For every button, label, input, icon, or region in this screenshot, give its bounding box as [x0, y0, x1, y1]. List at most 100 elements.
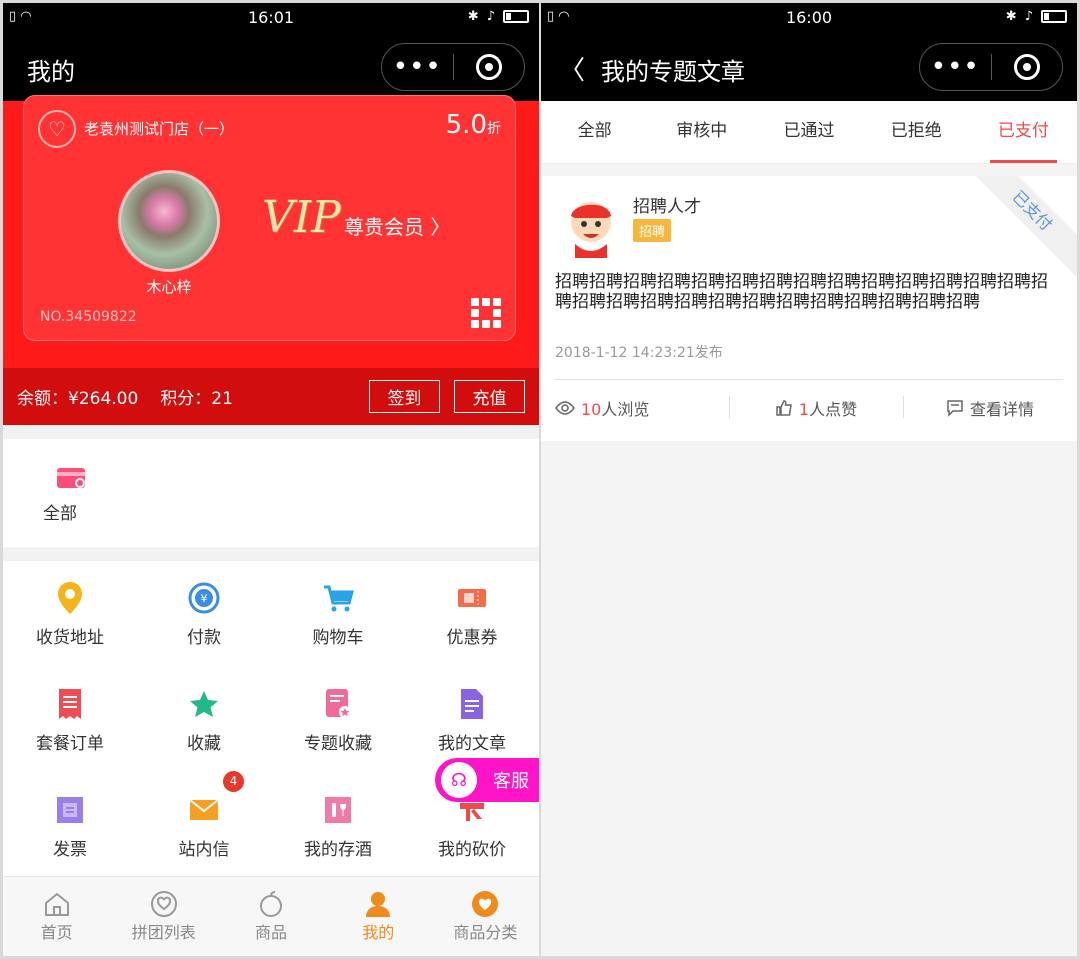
- grid-item-invoice[interactable]: 发票: [3, 773, 137, 879]
- tab-all[interactable]: 全部: [541, 101, 648, 163]
- tab-approved[interactable]: 已通过: [755, 101, 862, 163]
- article-icon: [455, 687, 489, 721]
- article-stats: 10人浏览 1人点赞 查看详情: [541, 396, 1077, 420]
- page-title: 我的: [27, 58, 75, 86]
- grid-item-payment[interactable]: ¥ 付款: [137, 561, 271, 667]
- back-icon[interactable]: 〈: [559, 50, 585, 87]
- grid-label: 我的文章: [438, 734, 506, 754]
- vip-section: ♡ 老袁州测试门店（一） 5.0折 木心梓 VIP 尊贵会员 〉 NO.3450…: [3, 95, 539, 368]
- grid-label: 购物车: [312, 628, 364, 648]
- mute-icon: ♪: [486, 9, 495, 24]
- thumbs-up-icon: [776, 400, 792, 416]
- category-icon: [471, 889, 499, 919]
- paid-ribbon: 已支付: [961, 176, 1077, 282]
- category-tag: 招聘: [633, 219, 672, 242]
- username: 木心梓: [146, 278, 192, 296]
- status-bar: ▯ ◠ 16:00 ✱ ♪: [541, 3, 1077, 32]
- tab-group-list[interactable]: 拼团列表: [110, 877, 217, 956]
- home-icon: [43, 889, 71, 919]
- grid-item-topic-favorites[interactable]: 专题收藏: [271, 667, 405, 773]
- my-page-screen: ▯ ◠ 16:01 ✱ ♪ 我的 ••• ♡ 老袁州测试门店（一） 5.0折 木…: [3, 3, 539, 956]
- vip-card[interactable]: ♡ 老袁州测试门店（一） 5.0折 木心梓 VIP 尊贵会员 〉 NO.3450…: [23, 95, 516, 341]
- mini-program-capsule: •••: [919, 43, 1063, 91]
- grid-item-package-order[interactable]: 套餐订单: [3, 667, 137, 773]
- grid-label: 站内信: [178, 840, 230, 860]
- status-time: 16:01: [247, 8, 295, 27]
- grid-item-inbox[interactable]: 站内信: [137, 773, 271, 879]
- grid-item-coupon[interactable]: 优惠券: [405, 561, 539, 667]
- location-icon: [53, 581, 87, 615]
- tab-rejected[interactable]: 已拒绝: [863, 101, 970, 163]
- article-body: 招聘招聘招聘招聘招聘招聘招聘招聘招聘招聘招聘招聘招聘招聘招聘招聘招聘招聘招聘招聘…: [555, 272, 1048, 312]
- all-orders[interactable]: 全部: [3, 439, 539, 547]
- wallet-icon: [57, 468, 85, 488]
- coupon-icon: [455, 581, 489, 615]
- customer-service-button[interactable]: ☊ 客服: [435, 758, 539, 802]
- balance-bar: 余额：¥264.00 积分：21 签到 充值: [3, 368, 539, 425]
- close-mini-program-button[interactable]: [992, 54, 1063, 80]
- views-label: 人浏览: [601, 400, 650, 419]
- close-mini-program-button[interactable]: [454, 54, 525, 80]
- order-icon: [53, 687, 87, 721]
- vip-label: VIP: [262, 192, 341, 243]
- bluetooth-icon: ✱: [467, 9, 479, 24]
- publish-date: 2018-1-12 14:23:21发布: [555, 345, 723, 361]
- tab-category[interactable]: 商品分类: [432, 877, 539, 956]
- grid-label: 收藏: [187, 734, 221, 754]
- grid-item-address[interactable]: 收货地址: [3, 561, 137, 667]
- customer-service-label: 客服: [493, 771, 529, 792]
- bluetooth-icon: ✱: [1005, 9, 1017, 24]
- tab-label: 我的: [362, 923, 395, 942]
- tab-bar: 首页 拼团列表 商品 我的 商品分类: [3, 876, 539, 956]
- tab-paid[interactable]: 已支付: [970, 101, 1077, 163]
- grid-label: 发票: [53, 840, 87, 860]
- tab-label: 首页: [40, 923, 73, 942]
- tab-reviewing[interactable]: 审核中: [648, 101, 755, 163]
- invoice-icon: [53, 793, 87, 827]
- my-topic-articles-screen: ▯ ◠ 16:00 ✱ ♪ 〈 我的专题文章 ••• 全部 审核中 已通过 已拒…: [541, 3, 1077, 956]
- grid-label: 付款: [187, 628, 221, 648]
- topic-fav-icon: [321, 687, 355, 721]
- grid-item-wine[interactable]: 我的存酒: [271, 773, 405, 879]
- points: 积分：21: [160, 389, 233, 409]
- view-detail-link[interactable]: 查看详情: [903, 396, 1077, 420]
- avatar[interactable]: [118, 170, 220, 272]
- mini-program-capsule: •••: [381, 43, 525, 91]
- discount: 5.0折: [446, 110, 501, 140]
- likes-label: 人点赞: [809, 400, 858, 419]
- vip-sub-link[interactable]: 尊贵会员 〉: [344, 211, 450, 240]
- target-icon: [475, 54, 502, 80]
- more-menu-button[interactable]: •••: [382, 43, 453, 91]
- group-icon: [150, 889, 178, 919]
- comment-icon: [947, 400, 963, 417]
- function-grid: 收货地址 ¥ 付款 购物车 优惠券 套餐订单 收藏 专题收藏 我的文章 发票 站…: [3, 561, 539, 879]
- recharge-button[interactable]: 充值: [454, 380, 525, 413]
- tab-home[interactable]: 首页: [3, 877, 110, 956]
- grid-label: 收货地址: [36, 628, 104, 648]
- signin-button[interactable]: 签到: [369, 380, 440, 413]
- tab-label: 商品分类: [453, 923, 518, 942]
- tab-mine[interactable]: 我的: [325, 877, 432, 956]
- cart-icon: [321, 581, 355, 615]
- eye-icon: [555, 401, 575, 415]
- grid-item-cart[interactable]: 购物车: [271, 561, 405, 667]
- page-title: 我的专题文章: [601, 58, 745, 86]
- star-icon: [187, 687, 221, 721]
- article-title: 招聘人才: [633, 197, 701, 217]
- more-menu-button[interactable]: •••: [920, 43, 991, 91]
- view-detail-label: 查看详情: [969, 400, 1034, 419]
- nav-bar: 〈 我的专题文章 •••: [541, 32, 1077, 101]
- article-card[interactable]: 招聘人才 招聘 已支付 招聘招聘招聘招聘招聘招聘招聘招聘招聘招聘招聘招聘招聘招聘…: [541, 176, 1077, 441]
- payment-icon: ¥: [187, 581, 221, 615]
- inbox-badge: 4: [223, 771, 244, 792]
- status-right: ✱ ♪: [468, 9, 529, 24]
- store-name: 老袁州测试门店（一）: [84, 120, 235, 138]
- likes-stat[interactable]: 1人点赞: [729, 396, 903, 420]
- qr-code-icon[interactable]: [471, 298, 501, 328]
- svg-text:¥: ¥: [201, 592, 208, 605]
- grid-label: 专题收藏: [304, 734, 372, 754]
- tab-products[interactable]: 商品: [217, 877, 324, 956]
- discount-unit: 折: [487, 121, 501, 137]
- nav-bar: 我的 •••: [3, 32, 539, 101]
- grid-item-favorites[interactable]: 收藏: [137, 667, 271, 773]
